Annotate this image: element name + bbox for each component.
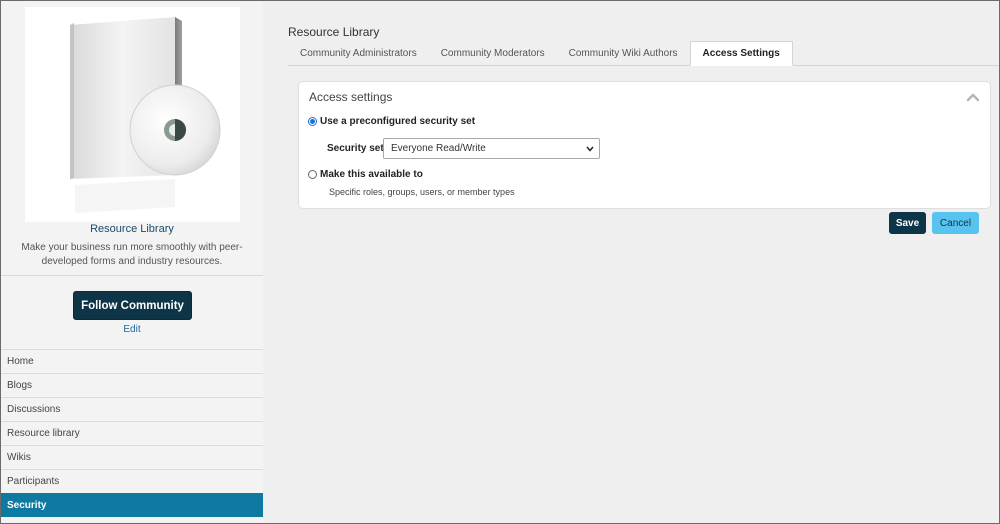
panel-title: Access settings [309, 90, 393, 104]
sidebar-item-participants[interactable]: Participants [1, 469, 263, 493]
community-card: Resource Library Make your business run … [1, 1, 263, 276]
tab-bar: Community Administrators Community Moder… [288, 41, 999, 66]
preconfigured-option[interactable]: Use a preconfigured security set [308, 116, 475, 127]
preconfigured-label: Use a preconfigured security set [320, 116, 476, 127]
tab-community-wiki-authors[interactable]: Community Wiki Authors [557, 41, 690, 66]
edit-link[interactable]: Edit [1, 324, 263, 335]
chevron-down-icon [586, 146, 594, 152]
access-settings-panel: Access settings Use a preconfigured secu… [298, 81, 991, 209]
sidebar-item-home[interactable]: Home [1, 349, 263, 373]
sidebar-nav: Home Blogs Discussions Resource library … [1, 349, 263, 517]
tab-community-moderators[interactable]: Community Moderators [429, 41, 557, 66]
community-name: Resource Library [90, 223, 174, 235]
save-button[interactable]: Save [889, 212, 926, 234]
follow-community-button[interactable]: Follow Community [73, 291, 192, 320]
main-content: Resource Library Community Administrator… [264, 1, 999, 522]
tab-community-administrators[interactable]: Community Administrators [288, 41, 429, 66]
sidebar: Resource Library Make your business run … [1, 1, 263, 522]
community-description: Make your business run more smoothly wit… [21, 242, 243, 267]
sidebar-item-discussions[interactable]: Discussions [1, 397, 263, 421]
preconfigured-radio[interactable] [308, 117, 317, 126]
custom-hint: Specific roles, groups, users, or member… [329, 187, 515, 197]
security-set-label: Security set [327, 143, 384, 154]
community-image [25, 7, 240, 222]
sidebar-item-resource-library[interactable]: Resource library [1, 421, 263, 445]
security-set-select[interactable]: Everyone Read/Write [383, 138, 600, 159]
tab-access-settings[interactable]: Access Settings [689, 41, 793, 66]
page-title: Resource Library [288, 25, 380, 39]
sidebar-item-security[interactable]: Security [1, 493, 263, 517]
custom-label: Make this available to [320, 169, 423, 180]
sidebar-item-blogs[interactable]: Blogs [1, 373, 263, 397]
dvd-case-illustration [70, 17, 221, 213]
chevron-up-icon[interactable] [966, 92, 980, 102]
custom-radio[interactable] [308, 170, 317, 179]
cancel-button[interactable]: Cancel [932, 212, 979, 234]
security-set-value: Everyone Read/Write [391, 143, 486, 154]
custom-option[interactable]: Make this available to [308, 169, 423, 180]
sidebar-item-wikis[interactable]: Wikis [1, 445, 263, 469]
